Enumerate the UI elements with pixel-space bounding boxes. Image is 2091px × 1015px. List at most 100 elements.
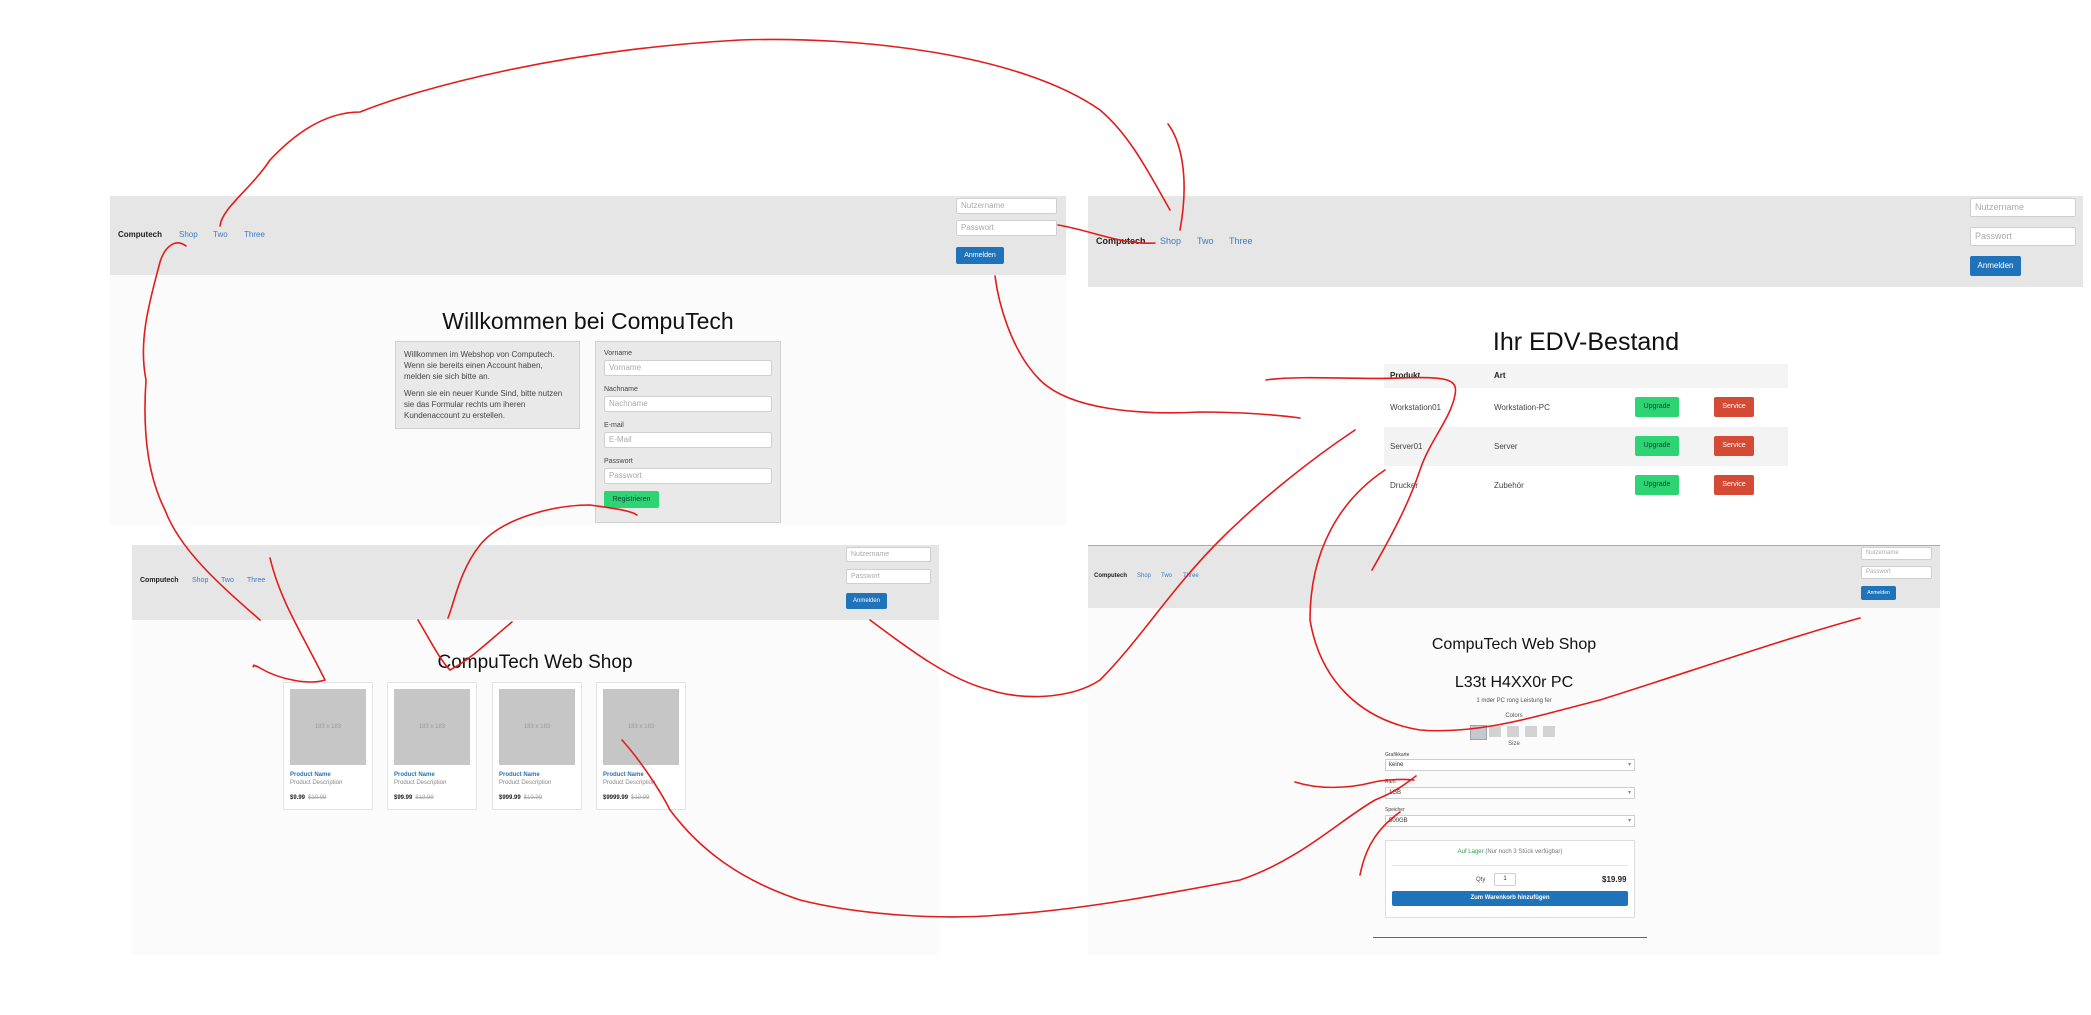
color-swatch-selected[interactable] [1470, 725, 1487, 740]
product-card[interactable]: 183 x 183 Product Name Product Descripti… [596, 682, 686, 810]
nav-link-three[interactable]: Three [247, 577, 265, 584]
product-image-placeholder: 183 x 183 [499, 689, 575, 765]
price-current: $9999.99 [603, 795, 629, 801]
product-name[interactable]: Product Name [394, 772, 435, 778]
colors-label: Colors [1505, 713, 1523, 719]
login-button[interactable]: Anmelden [1970, 256, 2021, 276]
type-cell: Zubehör [1494, 481, 1524, 490]
navbar-welcome: Computech Shop Two Three Nutzername Pass… [110, 196, 1066, 275]
login-button[interactable]: Anmelden [1861, 586, 1896, 600]
product-card[interactable]: 183 x 183 Product Name Product Descripti… [492, 682, 582, 810]
inventory-table: Produkt Art Workstation01 Workstation-PC… [1384, 364, 1788, 505]
chevron-down-icon: ▾ [1627, 762, 1631, 768]
welcome-info-box: Willkommen im Webshop von Computech. Wen… [395, 341, 580, 429]
register-password-input[interactable]: Passwort [604, 468, 772, 484]
nav-brand[interactable]: Computech [140, 577, 179, 584]
product-name[interactable]: Product Name [603, 772, 644, 778]
service-button[interactable]: Service [1714, 397, 1754, 417]
product-price: $19.99 [1602, 875, 1627, 884]
upgrade-button[interactable]: Upgrade [1635, 475, 1679, 495]
product-description: Product Description [290, 780, 343, 786]
nav-brand[interactable]: Computech [1094, 573, 1127, 579]
nav-link-two[interactable]: Two [1197, 236, 1214, 246]
password-input[interactable]: Passwort [956, 220, 1057, 236]
lastname-input[interactable]: Nachname [604, 396, 772, 412]
nav-link-two[interactable]: Two [213, 230, 228, 239]
product-name[interactable]: Product Name [499, 772, 540, 778]
login-button[interactable]: Anmelden [846, 593, 887, 609]
ram-select[interactable]: 1GB ▾ [1385, 787, 1635, 799]
nav-link-three[interactable]: Three [1229, 236, 1253, 246]
product-price: $999.99 $19.99 [499, 795, 542, 801]
nav-link-shop[interactable]: Shop [192, 577, 208, 584]
column-header: Produkt [1390, 371, 1421, 380]
color-swatch[interactable] [1525, 726, 1537, 737]
nav-link-shop[interactable]: Shop [179, 230, 198, 239]
ram-label: Ram [1385, 779, 1396, 785]
nav-link-three[interactable]: Three [1183, 573, 1199, 579]
nav-brand[interactable]: Computech [118, 230, 162, 239]
divider [1392, 865, 1628, 866]
product-description: Product Description [499, 780, 552, 786]
welcome-info-paragraph-1: Willkommen im Webshop von Computech. Wen… [404, 350, 555, 381]
password-input[interactable]: Passwort [1970, 227, 2076, 246]
price-old: $19.99 [523, 795, 543, 801]
upgrade-button[interactable]: Upgrade [1635, 436, 1679, 456]
service-button[interactable]: Service [1714, 475, 1754, 495]
nav-brand[interactable]: Computech [1096, 236, 1146, 246]
color-swatch[interactable] [1489, 726, 1501, 737]
stock-status: Auf Lager (Nur noch 3 Stück verfügbar) [1386, 849, 1634, 855]
nav-link-shop[interactable]: Shop [1137, 573, 1151, 579]
product-name[interactable]: Product Name [290, 772, 331, 778]
username-input[interactable]: Nutzername [846, 547, 931, 562]
product-cell: Server01 [1390, 442, 1423, 451]
product-description: Product Description [603, 780, 656, 786]
qty-input[interactable]: 1 [1494, 873, 1516, 886]
upgrade-button[interactable]: Upgrade [1635, 397, 1679, 417]
storage-label: Speicher [1385, 807, 1405, 813]
add-to-cart-button[interactable]: Zum Warenkorb hinzufügen [1392, 891, 1628, 906]
login-button[interactable]: Anmelden [956, 247, 1004, 264]
email-input[interactable]: E-Mail [604, 432, 772, 448]
lastname-label: Nachname [604, 386, 638, 393]
registration-form: Vorname Vorname Nachname Nachname E-mail… [595, 341, 781, 523]
username-input[interactable]: Nutzername [1970, 198, 2076, 217]
price-old: $19.99 [631, 795, 650, 801]
product-card[interactable]: 183 x 183 Product Name Product Descripti… [387, 682, 477, 810]
product-image-placeholder: 183 x 183 [394, 689, 470, 765]
storage-select-value: 500GB [1389, 818, 1408, 824]
product-cell: Workstation01 [1390, 403, 1441, 412]
purchase-box: Auf Lager (Nur noch 3 Stück verfügbar) Q… [1385, 840, 1635, 918]
email-label: E-mail [604, 422, 624, 429]
color-swatch[interactable] [1543, 726, 1555, 737]
username-input[interactable]: Nutzername [956, 198, 1057, 214]
color-swatch[interactable] [1507, 726, 1519, 737]
product-card[interactable]: 183 x 183 Product Name Product Descripti… [283, 682, 373, 810]
password-input[interactable]: Passwort [846, 569, 931, 584]
ram-select-value: 1GB [1389, 790, 1402, 796]
column-header: Art [1494, 371, 1506, 380]
product-subtitle: 1 mder PC rong Leistung fer [1476, 698, 1552, 704]
nav-link-two[interactable]: Two [1161, 573, 1172, 579]
firstname-input[interactable]: Vorname [604, 360, 772, 376]
product-image-placeholder: 183 x 183 [290, 689, 366, 765]
username-input[interactable]: Nutzername [1861, 547, 1932, 560]
price-current: $9.99 [290, 795, 306, 801]
stock-note: (Nur noch 3 Stück verfügbar) [1485, 849, 1563, 855]
nav-link-two[interactable]: Two [221, 577, 234, 584]
shop-title: CompuTech Web Shop [437, 652, 633, 673]
size-label: Size [1508, 741, 1520, 747]
product-title: L33t H4XX0r PC [1454, 674, 1574, 691]
product-cell: Drucker [1390, 481, 1419, 490]
gpu-select[interactable]: keine ▾ [1385, 759, 1635, 771]
register-button[interactable]: Registrieren [604, 491, 659, 508]
nav-link-three[interactable]: Three [244, 230, 265, 239]
detail-shop-title: CompuTech Web Shop [1431, 636, 1597, 653]
welcome-info-paragraph-2: Wenn sie ein neuer Kunde Sind, bitte nut… [404, 389, 563, 420]
service-button[interactable]: Service [1714, 436, 1754, 456]
nav-link-shop[interactable]: Shop [1160, 236, 1181, 246]
qty-label: Qty [1476, 877, 1486, 883]
storage-select[interactable]: 500GB ▾ [1385, 815, 1635, 827]
firstname-label: Vorname [604, 350, 633, 357]
password-input[interactable]: Passwort [1861, 566, 1932, 579]
